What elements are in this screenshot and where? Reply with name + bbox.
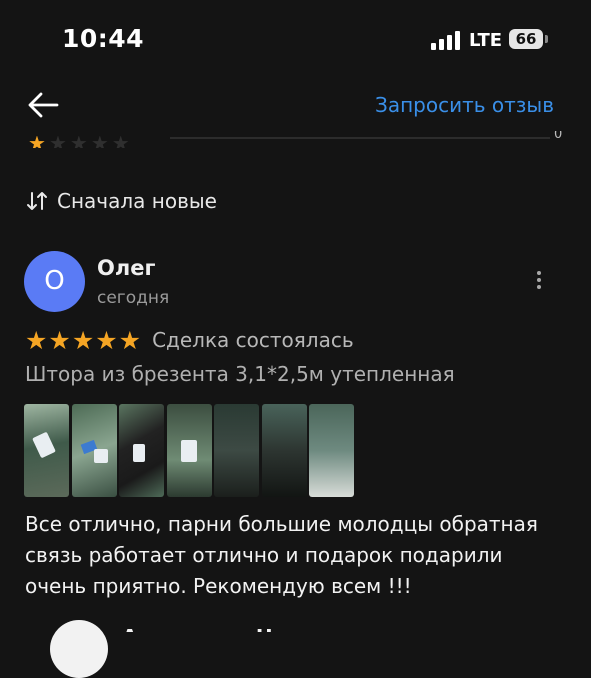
review-photo[interactable] xyxy=(309,404,354,497)
review-rating-row: ★★★★★ Сделка состоялась xyxy=(25,325,354,355)
review-author[interactable]: Александр Н. xyxy=(122,624,280,632)
star-icon: ★ xyxy=(69,136,88,148)
sort-button[interactable]: Сначала новые xyxy=(25,188,217,214)
review-photo[interactable] xyxy=(71,404,117,497)
review-photos xyxy=(24,404,357,497)
star-icon: ★ xyxy=(111,136,130,148)
arrow-left-icon[interactable] xyxy=(26,90,60,120)
signal-icon xyxy=(431,31,465,50)
star-icon: ★ xyxy=(48,136,67,148)
battery-tip xyxy=(545,35,548,43)
review-photo[interactable] xyxy=(119,404,164,497)
request-review-button[interactable]: Запросить отзыв xyxy=(375,93,554,117)
histogram-count: 0 xyxy=(554,131,563,142)
sort-arrows-icon xyxy=(27,192,47,210)
avatar[interactable]: О xyxy=(24,251,85,312)
review-photo[interactable] xyxy=(166,404,212,497)
review-photo[interactable] xyxy=(214,404,259,497)
review-text: Все отлично, парни большие молодцы обрат… xyxy=(25,512,538,598)
review-photo[interactable] xyxy=(24,404,69,497)
review-date: сегодня xyxy=(97,288,170,308)
histogram-bar xyxy=(170,137,550,139)
sort-label: Сначала новые xyxy=(57,189,217,213)
product-name[interactable]: Штора из брезента 3,1*2,5м утепленная xyxy=(25,362,455,386)
status-bar: 10:44 LTE 66 xyxy=(0,0,591,80)
review-author[interactable]: Олег xyxy=(97,256,155,280)
histogram-stars: ★ ★ ★ ★ ★ xyxy=(28,136,133,148)
star-icon: ★ xyxy=(28,136,46,148)
star-icon: ★ xyxy=(90,136,109,148)
battery-icon: 66 xyxy=(509,29,543,49)
review-photo[interactable] xyxy=(261,404,307,497)
avatar[interactable] xyxy=(50,620,108,678)
network-type: LTE xyxy=(469,30,503,51)
more-options-icon[interactable] xyxy=(528,268,550,294)
rating-stars: ★★★★★ xyxy=(25,325,143,355)
deal-status: Сделка состоялась xyxy=(152,328,354,352)
status-time: 10:44 xyxy=(62,24,145,53)
